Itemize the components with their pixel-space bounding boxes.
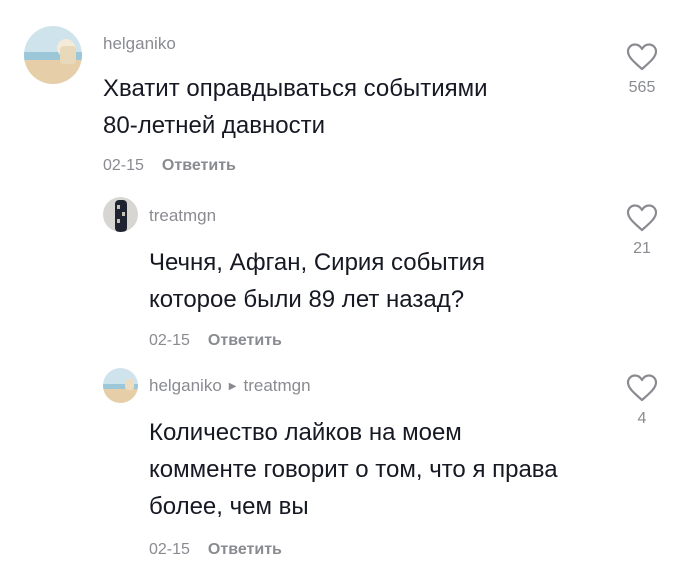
caret-right-icon: ▶ [228, 381, 237, 392]
dark-photo-avatar-icon [103, 197, 138, 232]
user-avatar[interactable] [103, 197, 138, 232]
like-button[interactable]: 565 [622, 42, 662, 97]
comment-text: Хватит оправдываться событиями 80-летней… [103, 75, 488, 139]
comment-meta: 02-15 Ответить [103, 157, 236, 175]
reply-to-username[interactable]: treatmgn [243, 376, 310, 395]
comment-text: Чечня, Афган, Сирия события которое были… [149, 249, 485, 313]
comment-date: 02-15 [149, 541, 190, 558]
like-button[interactable]: 4 [622, 373, 662, 428]
clipped-text-fragment [103, 0, 109, 14]
beach-photo-avatar-icon [103, 368, 138, 403]
like-count: 21 [633, 240, 651, 257]
comment-username[interactable]: helganiko [103, 34, 176, 54]
heart-outline-icon [626, 204, 658, 232]
like-count: 565 [628, 79, 656, 96]
heart-outline-icon [626, 374, 658, 402]
reply-button[interactable]: Ответить [162, 157, 236, 174]
comment-text: Количество лайков на моем комменте говор… [149, 419, 558, 520]
comment-username[interactable]: helganiko [149, 376, 222, 395]
clipped-previous-content [0, 0, 700, 14]
user-avatar[interactable] [24, 26, 82, 84]
comment-meta: 02-15 Ответить [149, 332, 282, 350]
reply-button[interactable]: Ответить [208, 332, 282, 349]
like-count: 4 [637, 410, 647, 427]
comment-date: 02-15 [149, 332, 190, 349]
comment-username[interactable]: treatmgn [149, 206, 216, 226]
like-button[interactable]: 21 [622, 203, 662, 258]
user-avatar[interactable] [103, 368, 138, 403]
heart-outline-icon [626, 43, 658, 71]
comment-meta: 02-15 Ответить [149, 541, 282, 559]
reply-button[interactable]: Ответить [208, 541, 282, 558]
comment-username-line: helganiko ▶ treatmgn [149, 376, 311, 396]
comment-date: 02-15 [103, 157, 144, 174]
beach-photo-avatar-icon [24, 26, 82, 84]
